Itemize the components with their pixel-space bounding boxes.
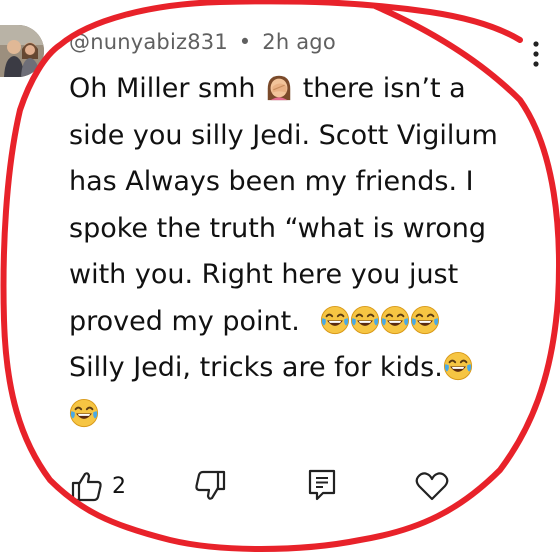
thumbs-up-icon[interactable] (70, 470, 104, 502)
woman-facepalming-emoji (264, 72, 294, 102)
comment-line: with you. Right here you just (69, 259, 459, 290)
tears-of-joy-emoji (443, 351, 473, 381)
timestamp: 2h ago (262, 30, 336, 54)
tears-of-joy-emoji (410, 305, 440, 335)
comment-text-segment: Silly Jedi, tricks are for kids. (69, 352, 443, 383)
comment-card: @nunyabiz831 • 2h ago Oh Miller smh ther… (0, 0, 560, 560)
comment-line: Silly Jedi, tricks are for kids. (69, 345, 539, 392)
comment-text-segment: Oh Miller smh (69, 73, 256, 104)
comment-text: Oh Miller smh there isn’t a side you sil… (69, 66, 539, 438)
tears-of-joy-emoji (320, 305, 350, 335)
avatar[interactable] (0, 25, 44, 77)
tears-of-joy-emoji (350, 305, 380, 335)
comment-line: proved my point. (69, 299, 539, 346)
comment-line (69, 392, 539, 439)
comment-text-segment: proved my point. (69, 305, 300, 337)
comment-header: @nunyabiz831 • 2h ago (69, 30, 336, 54)
heart-icon[interactable] (414, 470, 450, 502)
comment-line: spoke the truth “what is wrong (69, 212, 487, 244)
thumbs-down-icon[interactable] (193, 470, 227, 502)
like-count: 2 (112, 474, 126, 499)
tears-of-joy-emoji (380, 305, 410, 335)
comment-text-segment: there isn’t a (302, 73, 466, 104)
meta-separator: • (238, 30, 252, 54)
comment-line: Oh Miller smh there isn’t a (69, 66, 539, 113)
comment-line: has Always been my friends. I (69, 166, 474, 197)
reply-comment-icon[interactable] (306, 468, 338, 502)
comment-line: side you silly Jedi. Scott Vigilum (69, 119, 498, 151)
username[interactable]: @nunyabiz831 (69, 30, 228, 54)
tears-of-joy-emoji (69, 398, 99, 428)
